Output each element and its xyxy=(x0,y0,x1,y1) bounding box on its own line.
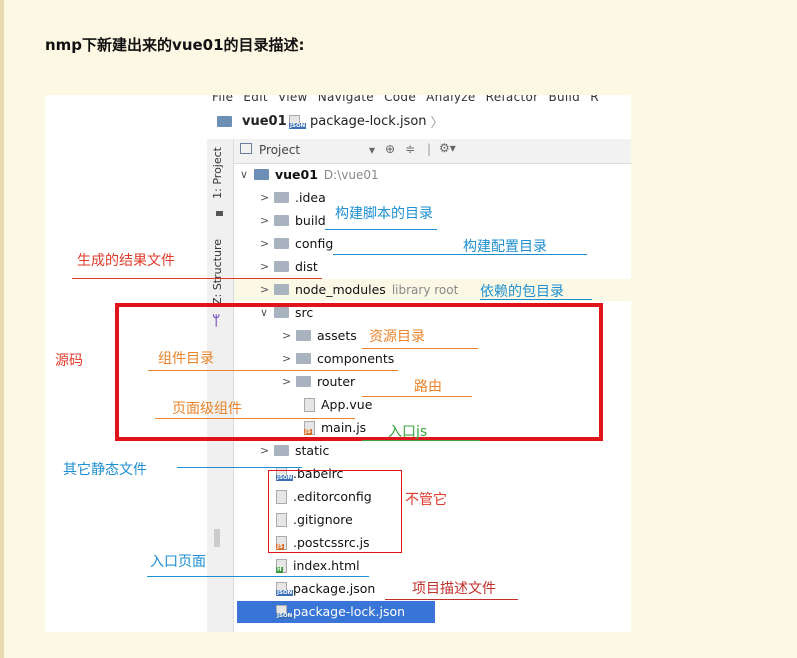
project-view-label[interactable]: Project xyxy=(259,143,300,157)
html-file-icon: H xyxy=(276,558,287,573)
tree-item-config[interactable]: > config xyxy=(234,233,631,255)
tree-item-package-lock-json[interactable]: JSON package-lock.json xyxy=(237,601,435,623)
annotation-app: 页面级组件 xyxy=(172,401,242,417)
annotation-underline xyxy=(325,229,437,230)
library-root-label: library root xyxy=(391,282,459,297)
scroll-marker xyxy=(214,529,220,547)
page-heading: nmp下新建出来的vue01的目录描述: xyxy=(45,36,305,54)
chevron-right-icon: > xyxy=(260,191,270,204)
tree-item-label: build xyxy=(295,213,326,228)
chevron-right-icon: > xyxy=(260,214,270,227)
annotation-underline xyxy=(155,418,355,419)
annotation-underline xyxy=(148,370,398,371)
annotation-underline xyxy=(147,576,369,577)
tab-project[interactable]: 1: Project xyxy=(211,147,224,199)
folder-icon xyxy=(274,215,289,226)
tree-item-label: config xyxy=(295,236,334,251)
annotation-components: 组件目录 xyxy=(158,351,214,367)
annotation-package: 项目描述文件 xyxy=(412,581,496,597)
annotation-assets: 资源目录 xyxy=(369,329,425,345)
tree-item-label: .idea xyxy=(295,190,326,205)
tree-item-label: static xyxy=(295,443,330,458)
folder-icon xyxy=(274,284,289,295)
chevron-right-icon: > xyxy=(260,237,270,250)
annotation-underline xyxy=(385,599,518,600)
annotation-underline xyxy=(177,467,302,468)
annotation-underline xyxy=(480,299,592,300)
annotation-underline xyxy=(362,348,478,349)
tab-structure[interactable]: Z: Structure xyxy=(211,239,224,305)
project-folder-icon xyxy=(254,169,269,180)
annotation-underline xyxy=(362,396,472,397)
tree-item-static[interactable]: > static xyxy=(234,440,631,462)
config-files-box xyxy=(268,470,402,553)
breadcrumb: vue01 〉 JSON package-lock.json 〉 xyxy=(45,103,631,139)
collapse-icon[interactable]: ≑ xyxy=(405,142,415,156)
tree-item-label: node_modules xyxy=(295,282,386,297)
folder-icon xyxy=(274,192,289,203)
breadcrumb-file[interactable]: JSON package-lock.json 〉 xyxy=(289,112,444,131)
json-file-icon: JSON xyxy=(276,581,294,596)
annotation-router: 路由 xyxy=(414,379,442,395)
annotation-underline xyxy=(333,254,587,255)
annotation-node-modules: 依赖的包目录 xyxy=(480,284,564,300)
breadcrumb-project-label: vue01 xyxy=(242,114,287,129)
annotation-underline xyxy=(72,278,322,279)
annotation-index: 入口页面 xyxy=(150,554,206,570)
tree-root-row[interactable]: ∨ vue01 D:\vue01 xyxy=(234,164,631,186)
annotation-main: 入口js xyxy=(388,424,428,440)
tree-item-label: package.json xyxy=(293,581,376,596)
annotation-dist: 生成的结果文件 xyxy=(77,253,175,269)
locate-icon[interactable]: ⊕ xyxy=(385,142,395,156)
root-path: D:\vue01 xyxy=(323,167,379,182)
dropdown-icon[interactable]: ▾ xyxy=(369,143,375,157)
folder-icon xyxy=(274,445,289,456)
root-name: vue01 xyxy=(275,167,318,182)
divider: | xyxy=(427,142,432,156)
annotation-underline xyxy=(362,440,480,441)
tree-item-node-modules[interactable]: > node_modules library root xyxy=(234,279,631,301)
json-file-icon: JSON xyxy=(276,604,294,619)
tree-item-label: index.html xyxy=(293,558,360,573)
json-file-icon: JSON xyxy=(289,114,307,129)
project-toolbar: Project ▾ ⊕ ≑ | ⚙▾ xyxy=(234,139,631,164)
breadcrumb-file-label: package-lock.json xyxy=(310,114,427,129)
annotation-build: 构建脚本的目录 xyxy=(335,206,433,222)
panel-icon xyxy=(216,211,223,216)
tree-item-label: package-lock.json xyxy=(293,604,406,619)
tree-item-index-html[interactable]: Hindex.html xyxy=(234,555,631,577)
chevron-right-icon: > xyxy=(260,283,270,296)
project-folder-icon xyxy=(217,116,232,127)
annotation-config: 构建配置目录 xyxy=(463,239,547,255)
folder-icon xyxy=(274,261,289,272)
project-view-icon xyxy=(240,143,252,154)
chevron-right-icon: > xyxy=(260,260,270,273)
page-left-border xyxy=(0,0,4,658)
ide-screenshot: File Edit View Navigate Code Analyze Ref… xyxy=(45,95,631,632)
annotation-src: 源码 xyxy=(55,353,83,369)
tree-item-dist[interactable]: > dist xyxy=(234,256,631,278)
src-highlight-box xyxy=(115,303,603,441)
chevron-right-icon: > xyxy=(260,444,270,457)
annotation-static: 其它静态文件 xyxy=(63,462,147,478)
folder-icon xyxy=(274,238,289,249)
tree-item-label: dist xyxy=(295,259,318,274)
chevron-right-icon: 〉 xyxy=(430,116,444,131)
annotation-ignore: 不管它 xyxy=(405,492,447,508)
gear-icon[interactable]: ⚙▾ xyxy=(439,141,456,155)
chevron-down-icon: ∨ xyxy=(240,168,249,181)
